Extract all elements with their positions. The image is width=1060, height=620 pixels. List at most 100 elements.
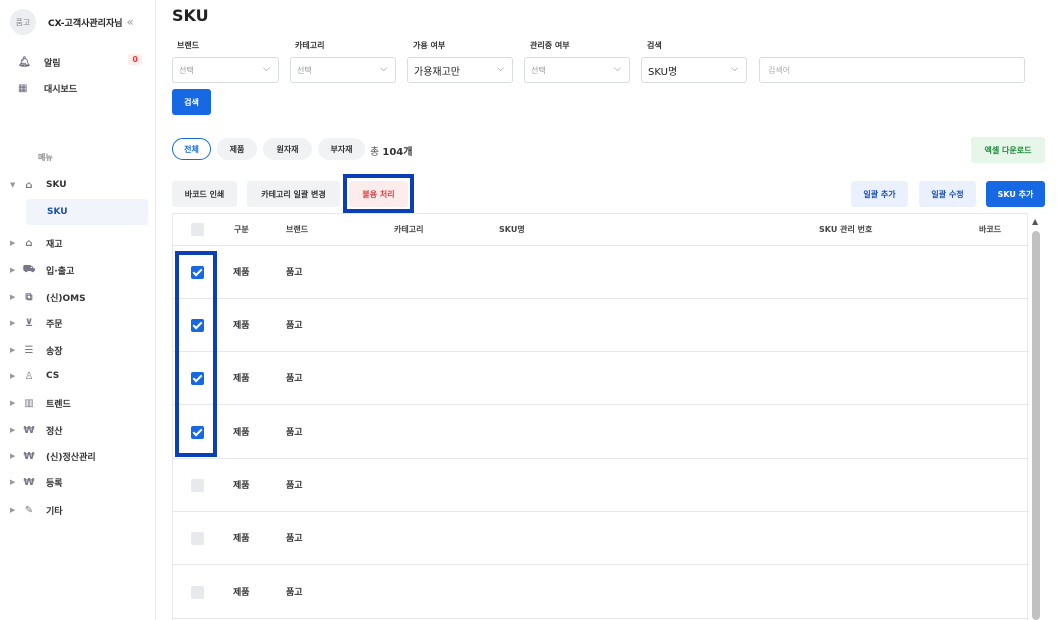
row-checkbox[interactable] — [191, 319, 204, 332]
cell-type: 제품 — [233, 481, 250, 491]
caret-right-icon: ▶ — [10, 372, 16, 380]
sidebar-item-dashboard[interactable]: ▦ 대시보드 — [18, 78, 146, 98]
managed-select[interactable]: 선택 ⌵ — [524, 57, 630, 83]
chip-raw-material[interactable]: 원자재 — [263, 138, 312, 160]
caret-right-icon: ▶ — [10, 506, 16, 514]
sidebar-item-register[interactable]: ▶ ₩ 등록 — [10, 472, 150, 492]
table-row[interactable]: 제품 품고 — [173, 512, 1029, 565]
pencil-icon: ✎ — [24, 504, 34, 516]
dashboard-icon: ▦ — [18, 82, 28, 94]
barcode-print-button[interactable]: 바코드 인쇄 — [172, 181, 237, 207]
category-select[interactable]: 선택 ⌵ — [290, 57, 396, 83]
sidebar-item-new-settlement[interactable]: ▶ ₩ (신)정산관리 — [10, 446, 150, 466]
total-value: 104개 — [382, 147, 413, 158]
caret-right-icon: ▶ — [10, 426, 16, 434]
won-icon: ₩ — [23, 424, 35, 436]
sidebar-item-oms[interactable]: ▶ ⧉ (신)OMS — [10, 287, 150, 307]
user-name: CX-고객사관리자님 — [48, 18, 123, 29]
cell-brand: 품고 — [286, 374, 303, 384]
cell-brand: 품고 — [286, 268, 303, 278]
sidebar-item-sku[interactable]: ▼ ⌂ SKU — [10, 175, 150, 195]
alert-count-badge: 0 — [128, 54, 142, 65]
table-row[interactable]: 제품 품고 — [173, 459, 1029, 512]
search-input[interactable] — [759, 57, 1025, 83]
bell-icon: 🔔︎ — [18, 56, 31, 68]
row-checkbox[interactable] — [191, 586, 204, 599]
sidebar-item-order[interactable]: ▶ ⊻ 주문 — [10, 313, 150, 333]
row-checkbox[interactable] — [191, 479, 204, 492]
menu-heading: 메뉴 — [38, 153, 53, 162]
sku-add-button[interactable]: SKU 추가 — [986, 181, 1045, 207]
row-checkbox[interactable] — [191, 372, 204, 385]
warehouse-icon: ⌂ — [25, 237, 33, 249]
caret-right-icon: ▶ — [10, 239, 16, 247]
person-icon: ♙ — [24, 370, 34, 382]
sidebar-item-inventory[interactable]: ▶ ⌂ 재고 — [10, 233, 150, 253]
sidebar-item-label: CS — [46, 371, 60, 381]
sidebar-item-alerts[interactable]: 🔔︎ 알림 0 — [18, 52, 146, 72]
caret-right-icon: ▶ — [10, 319, 16, 327]
sidebar-item-label: 알림 — [44, 58, 61, 69]
chip-sub-material[interactable]: 부자재 — [318, 138, 365, 160]
table-header: 구분 브랜드 카테고리 SKU명 SKU 관리 번호 바코드 — [173, 214, 1029, 246]
cell-type: 제품 — [233, 268, 250, 278]
excel-download-button[interactable]: 엑셀 다운로드 — [971, 137, 1045, 163]
sidebar-item-invoice[interactable]: ▶ ☰ 송장 — [10, 340, 150, 360]
chip-all[interactable]: 전체 — [172, 138, 211, 160]
chevron-down-icon: ⌵ — [263, 64, 270, 74]
search-type-value: SKU명 — [648, 66, 678, 78]
sidebar-item-label: 등록 — [46, 478, 63, 489]
total-count: 총 104개 — [370, 143, 412, 158]
sidebar-item-settlement[interactable]: ▶ ₩ 정산 — [10, 420, 150, 440]
sidebar-item-cs[interactable]: ▶ ♙ CS — [10, 366, 150, 386]
cell-type: 제품 — [233, 588, 250, 598]
cell-brand: 품고 — [286, 588, 303, 598]
cell-type: 제품 — [233, 321, 250, 331]
sidebar-item-label: (신)정산관리 — [46, 452, 96, 463]
chevron-down-icon: ⌵ — [497, 64, 504, 74]
table-row[interactable]: 제품 품고 — [173, 566, 1029, 619]
sidebar-item-label: SKU — [46, 180, 67, 190]
category-bulk-change-button[interactable]: 카테고리 일괄 변경 — [247, 181, 340, 207]
row-checkbox[interactable] — [191, 426, 204, 439]
caret-right-icon: ▶ — [10, 452, 16, 460]
scroll-thumb[interactable] — [1032, 231, 1040, 620]
sidebar-item-inout[interactable]: ▶ ⛟ 입·출고 — [10, 260, 150, 280]
sidebar-item-label: 송장 — [46, 346, 63, 357]
chevron-down-icon: ⌵ — [380, 64, 387, 74]
brand-select[interactable]: 선택 ⌵ — [172, 57, 279, 83]
cell-brand: 품고 — [286, 481, 303, 491]
search-button[interactable]: 검색 — [172, 89, 211, 115]
cell-type: 제품 — [233, 534, 250, 544]
table-row[interactable]: 제품 품고 — [173, 406, 1029, 459]
chip-product[interactable]: 제품 — [217, 138, 257, 160]
search-type-select[interactable]: SKU명 ⌵ — [641, 57, 747, 83]
caret-down-icon: ▼ — [10, 181, 16, 189]
row-checkbox[interactable] — [191, 266, 204, 279]
bulk-edit-button[interactable]: 일괄 수정 — [919, 181, 976, 207]
collapse-sidebar-icon[interactable]: « — [127, 15, 134, 29]
cell-brand: 품고 — [286, 534, 303, 544]
sidebar-item-etc[interactable]: ▶ ✎ 기타 — [10, 500, 150, 520]
cell-brand: 품고 — [286, 428, 303, 438]
table-scrollbar[interactable]: ▲ — [1030, 213, 1042, 620]
row-checkbox[interactable] — [191, 532, 204, 545]
category-filter-label: 카테고리 — [295, 41, 325, 50]
sidebar-item-label: 주문 — [46, 319, 63, 330]
scroll-up-icon[interactable]: ▲ — [1032, 217, 1038, 226]
brand-filter-label: 브랜드 — [177, 41, 200, 50]
sidebar-subitem-sku[interactable]: SKU — [26, 199, 148, 225]
cell-brand: 품고 — [286, 321, 303, 331]
header-sku-name: SKU명 — [499, 225, 525, 234]
table-row[interactable]: 제품 품고 — [173, 246, 1029, 299]
table-row[interactable]: 제품 품고 — [173, 299, 1029, 352]
select-all-checkbox[interactable] — [191, 223, 204, 236]
availability-select[interactable]: 가용재고만 ⌵ — [407, 57, 513, 83]
sidebar-item-trend[interactable]: ▶ ▥ 트렌드 — [10, 393, 150, 413]
chevron-down-icon: ⌵ — [614, 64, 621, 74]
profile[interactable]: 품고 CX-고객사관리자님 « — [10, 8, 150, 36]
header-sku-code: SKU 관리 번호 — [819, 225, 873, 234]
bulk-add-button[interactable]: 일괄 추가 — [851, 181, 908, 207]
disable-button[interactable]: 불용 처리 — [349, 181, 408, 207]
table-row[interactable]: 제품 품고 — [173, 352, 1029, 405]
